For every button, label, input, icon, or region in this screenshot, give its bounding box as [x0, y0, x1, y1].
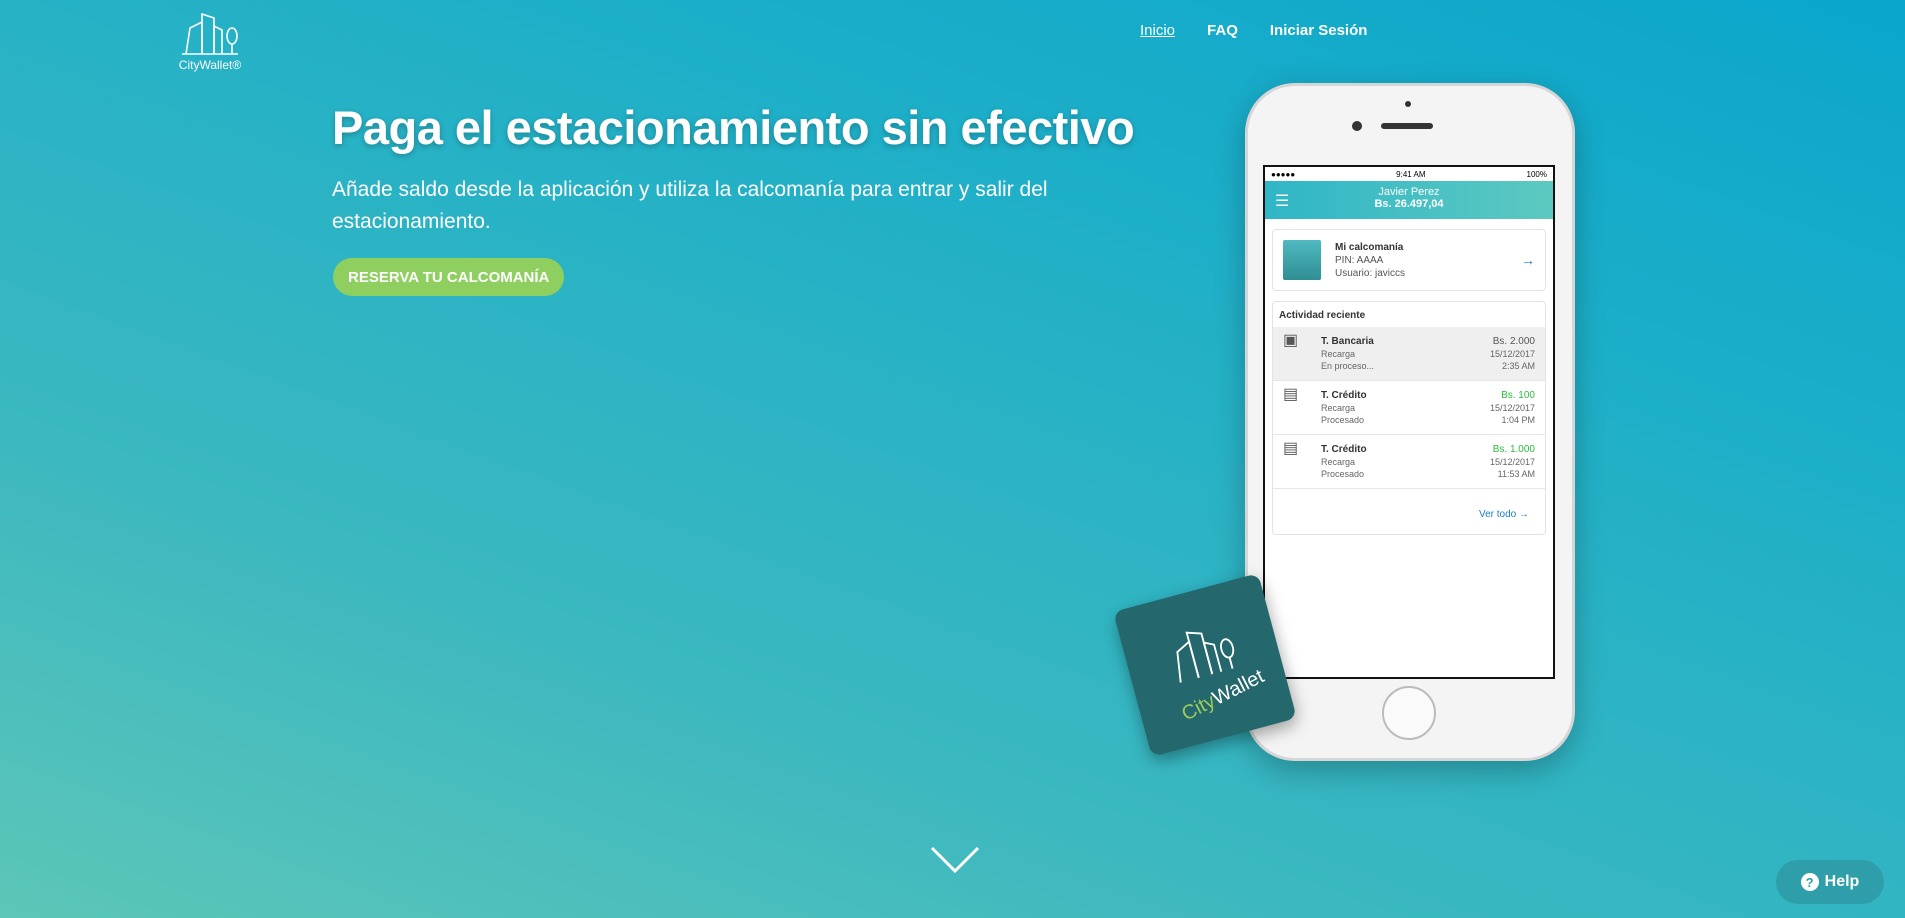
credit-card-icon: ▤	[1283, 386, 1299, 403]
activity-row[interactable]: ▤ T. Crédito Recarga Procesado Bs. 100 1…	[1273, 381, 1545, 435]
activity-name: T. Bancaria	[1321, 336, 1374, 347]
activity-time: 1:04 PM	[1501, 415, 1535, 425]
sticker-pin: PIN: AAAA	[1335, 254, 1384, 266]
activity-amount: Bs. 1.000	[1492, 444, 1535, 455]
sticker-thumbnail	[1283, 240, 1321, 280]
activity-row[interactable]: ▣ T. Bancaria Recarga En proceso... Bs. …	[1273, 327, 1545, 381]
user-name: Javier Perez	[1378, 186, 1440, 198]
activity-date: 15/12/2017	[1489, 457, 1535, 467]
phone-home-button	[1382, 686, 1436, 740]
activity-status: En proceso...	[1321, 361, 1375, 371]
bank-icon: ▣	[1283, 332, 1299, 349]
activity-time: 2:35 AM	[1501, 361, 1535, 371]
activity-date: 15/12/2017	[1489, 403, 1535, 413]
phone-camera	[1352, 121, 1362, 131]
reserve-sticker-button[interactable]: RESERVA TU CALCOMANÍA	[333, 258, 565, 296]
activity-name: T. Crédito	[1321, 390, 1367, 401]
user-balance: Bs. 26.497,04	[1374, 198, 1444, 210]
activity-type: Recarga	[1321, 403, 1356, 413]
status-time: 9:41 AM	[1396, 169, 1426, 179]
hamburger-menu-icon[interactable]: ☰	[1275, 191, 1289, 211]
battery-indicator: 100%	[1526, 169, 1547, 179]
activity-type: Recarga	[1321, 349, 1356, 359]
phone-speaker	[1381, 123, 1433, 129]
sticker-card[interactable]: Mi calcomanía PIN: AAAA Usuario: javiccs…	[1272, 229, 1546, 291]
activity-time: 11:53 AM	[1497, 469, 1535, 479]
activity-status: Procesado	[1321, 469, 1365, 479]
sticker-user: Usuario: javiccs	[1335, 267, 1406, 279]
activity-type: Recarga	[1321, 457, 1356, 467]
arrow-right-icon: →	[1519, 509, 1529, 520]
activity-title: Actividad reciente	[1279, 310, 1366, 321]
nav-inicio[interactable]: Inicio	[1140, 22, 1175, 39]
activity-amount: Bs. 100	[1501, 390, 1535, 401]
hero-subtitle: Añade saldo desde la aplicación y utiliz…	[332, 178, 1048, 233]
phone-sensor	[1405, 101, 1411, 107]
activity-date: 15/12/2017	[1489, 349, 1535, 359]
signal-indicator: ●●●●●	[1271, 169, 1296, 179]
phone-screen: ●●●●● 9:41 AM 100% ☰ Javier Perez Bs. 26…	[1263, 165, 1555, 679]
view-all-label: Ver todo	[1478, 509, 1517, 520]
activity-row[interactable]: ▤ T. Crédito Recarga Procesado Bs. 1.000…	[1273, 435, 1545, 489]
phone-mockup: ●●●●● 9:41 AM 100% ☰ Javier Perez Bs. 26…	[1245, 83, 1575, 761]
chevron-down-icon[interactable]	[930, 846, 980, 874]
logo-text: CityWallet®	[178, 58, 242, 72]
citywallet-logo[interactable]: CityWallet®	[170, 8, 250, 72]
arrow-right-icon[interactable]: →	[1521, 252, 1535, 268]
activity-status: Procesado	[1321, 415, 1365, 425]
question-icon: ?	[1800, 873, 1819, 891]
nav-faq[interactable]: FAQ	[1207, 22, 1238, 39]
sticker-card-details: Mi calcomanía PIN: AAAA Usuario: javiccs	[1335, 241, 1521, 280]
main-nav: Inicio FAQ Iniciar Sesión	[1140, 22, 1367, 39]
sticker-card-title: Mi calcomanía	[1335, 241, 1404, 253]
view-all-link[interactable]: Ver todo →	[1273, 489, 1545, 534]
nav-iniciar-sesion[interactable]: Iniciar Sesión	[1270, 22, 1368, 39]
activity-amount: Bs. 2.000	[1492, 336, 1535, 347]
recent-activity: Actividad reciente ▣ T. Bancaria Recarga…	[1272, 301, 1546, 535]
help-button[interactable]: ? Help	[1776, 860, 1884, 904]
activity-name: T. Crédito	[1321, 444, 1367, 455]
hero-title: Paga el estacionamiento sin efectivo	[332, 101, 1135, 154]
city-buildings-icon	[182, 12, 238, 55]
status-bar: ●●●●● 9:41 AM 100%	[1265, 167, 1553, 181]
credit-card-icon: ▤	[1283, 440, 1299, 457]
help-label: Help	[1824, 873, 1860, 890]
app-header: ☰ Javier Perez Bs. 26.497,04	[1265, 181, 1553, 219]
